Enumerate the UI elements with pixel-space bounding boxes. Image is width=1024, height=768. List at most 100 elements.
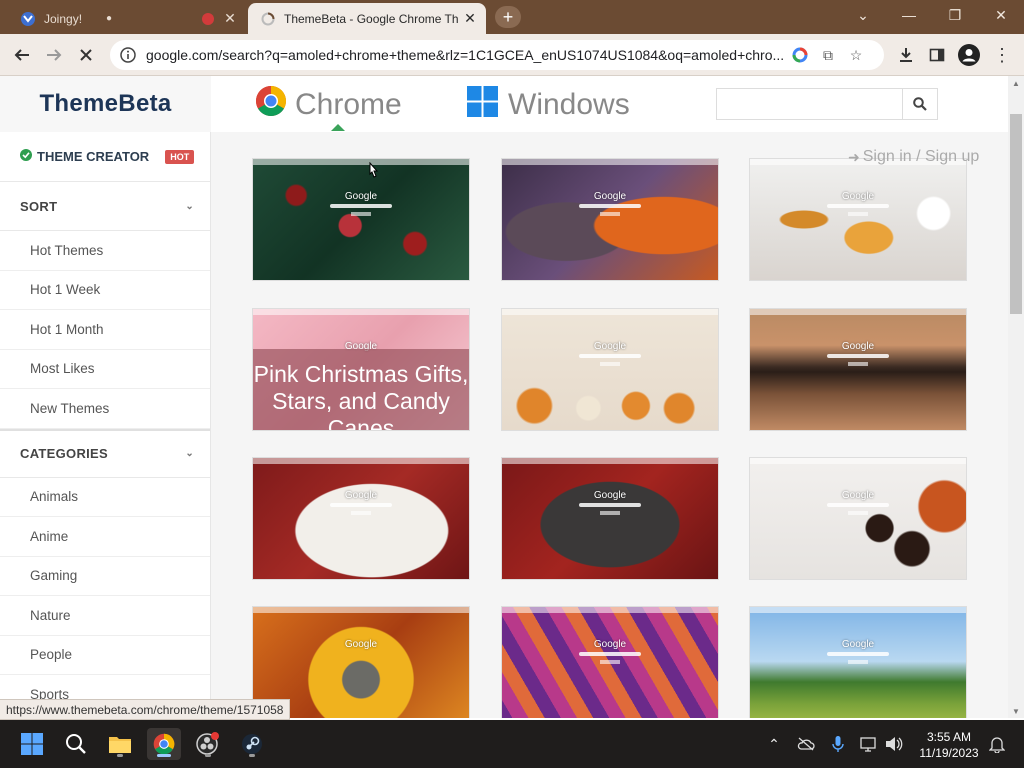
- network-monitor-icon[interactable]: [857, 730, 881, 758]
- hot-badge: HOT: [165, 149, 195, 164]
- close-window-icon[interactable]: ✕: [978, 0, 1024, 30]
- scrollbar-thumb[interactable]: [1010, 114, 1022, 314]
- preview-searchbox: [579, 652, 641, 656]
- recording-icon: [202, 12, 214, 25]
- close-tab-icon[interactable]: ✕: [220, 9, 240, 29]
- sidebar-item-anime[interactable]: Anime: [0, 517, 210, 557]
- minimize-icon[interactable]: —: [886, 0, 932, 30]
- search-button[interactable]: [902, 88, 938, 120]
- tray-overflow-chevron-icon[interactable]: ⌃: [762, 730, 786, 758]
- page-scrollbar[interactable]: ▲ ▼: [1008, 76, 1024, 718]
- theme-card-christmas-pine[interactable]: Google: [252, 158, 470, 281]
- theme-card-purple-hexagons[interactable]: Google: [501, 606, 719, 718]
- preview-tabbar: [502, 607, 718, 613]
- side-panel-icon[interactable]: [923, 41, 951, 69]
- preview-google-label: Google: [841, 191, 875, 202]
- start-button[interactable]: [15, 728, 49, 760]
- browser-toolbar: google.com/search?q=amoled+chrome+theme&…: [0, 34, 1024, 76]
- notification-bell-icon[interactable]: [985, 730, 1009, 758]
- login-icon: ➜: [848, 148, 860, 165]
- stop-loading-icon[interactable]: [72, 41, 100, 69]
- running-indicator: [249, 754, 255, 757]
- steam-taskbar-button[interactable]: [235, 728, 269, 760]
- new-tab-button[interactable]: +: [495, 6, 521, 28]
- preview-searchbox: [827, 652, 889, 656]
- theme-card-coffee-autumn[interactable]: Google: [749, 457, 967, 580]
- sidebar-item-hot-1-month[interactable]: Hot 1 Month: [0, 310, 210, 350]
- sort-header[interactable]: SORT ⌄: [0, 182, 210, 231]
- restore-icon[interactable]: ❐: [932, 0, 978, 30]
- onedrive-offline-icon[interactable]: [794, 730, 818, 758]
- active-nav-caret: [331, 124, 345, 131]
- menu-kebab-icon[interactable]: ⋮: [988, 41, 1016, 69]
- microphone-icon[interactable]: [826, 730, 850, 758]
- profile-avatar-icon[interactable]: [955, 41, 983, 69]
- chrome-taskbar-button[interactable]: [147, 728, 181, 760]
- nav-windows[interactable]: Windows: [467, 84, 630, 126]
- tab-title: ThemeBeta - Google Chrome Th: [284, 11, 459, 26]
- bookmark-star-icon[interactable]: ☆: [842, 41, 870, 69]
- theme-card-mountain-lake[interactable]: Google: [749, 308, 967, 431]
- sidebar-item-gaming[interactable]: Gaming: [0, 557, 210, 596]
- google-lens-icon[interactable]: [786, 41, 814, 69]
- nav-chrome[interactable]: Chrome: [255, 84, 402, 126]
- site-info-icon[interactable]: [116, 43, 140, 67]
- sidebar-item-new-themes[interactable]: New Themes: [0, 389, 210, 429]
- sidebar-item-people[interactable]: People: [0, 636, 210, 675]
- theme-card-red-leaves-white[interactable]: Google: [252, 457, 470, 580]
- categories-header[interactable]: CATEGORIES ⌄: [0, 428, 210, 478]
- theme-card-autumn-pumpkins[interactable]: Google: [501, 308, 719, 431]
- preview-buttons: [848, 660, 868, 664]
- file-explorer-button[interactable]: [103, 728, 137, 760]
- theme-card-anime-wolf-girl[interactable]: Google: [501, 158, 719, 281]
- theme-card-pink-christmas[interactable]: Google Pink Christmas Gifts, Stars, and …: [252, 308, 470, 431]
- preview-tabbar: [253, 458, 469, 464]
- sidebar-item-animals[interactable]: Animals: [0, 478, 210, 517]
- back-icon[interactable]: [8, 41, 36, 69]
- preview-buttons: [600, 362, 620, 366]
- tab-themebeta[interactable]: ThemeBeta - Google Chrome Th ✕: [248, 3, 486, 34]
- site-logo[interactable]: ThemeBeta: [0, 76, 211, 132]
- sidebar-item-hot-themes[interactable]: Hot Themes: [0, 231, 210, 271]
- url-text[interactable]: google.com/search?q=amoled+chrome+theme&…: [146, 47, 786, 63]
- theme-creator-link[interactable]: THEME CREATOR HOT: [0, 132, 210, 182]
- theme-card-pumpkin-pudding[interactable]: Google: [749, 158, 967, 281]
- taskbar-search-button[interactable]: [59, 728, 93, 760]
- close-tab-icon[interactable]: ✕: [460, 9, 480, 29]
- preview-tabbar: [502, 458, 718, 464]
- sidebar-item-most-likes[interactable]: Most Likes: [0, 350, 210, 389]
- share-icon[interactable]: ⧉: [814, 41, 842, 69]
- scroll-down-icon[interactable]: ▼: [1008, 704, 1024, 718]
- clock-time: 3:55 AM: [926, 730, 972, 744]
- preview-buttons: [600, 511, 620, 515]
- preview-buttons: [600, 212, 620, 216]
- theme-card-red-leaves-dark[interactable]: Google: [501, 457, 719, 580]
- volume-icon[interactable]: [882, 730, 906, 758]
- preview-buttons: [848, 362, 868, 366]
- tab-joingy[interactable]: Joingy! ● ✕: [8, 3, 246, 34]
- preview-google-label: Google: [344, 191, 378, 202]
- chevron-down-icon: ⌄: [185, 200, 194, 212]
- download-icon[interactable]: [892, 41, 920, 69]
- forward-icon[interactable]: [40, 41, 68, 69]
- joingy-favicon-icon: [20, 11, 36, 27]
- tab-title: Joingy!: [44, 11, 83, 26]
- preview-searchbox: [330, 503, 392, 507]
- shield-check-icon: [20, 149, 32, 164]
- preview-searchbox: [579, 354, 641, 358]
- taskbar-clock[interactable]: 3:55 AM 11/19/2023: [914, 729, 984, 761]
- scroll-up-icon[interactable]: ▲: [1008, 76, 1024, 90]
- windows-taskbar: ⌃ 3:55 AM 11/19/2023: [0, 720, 1024, 768]
- preview-tabbar: [502, 309, 718, 315]
- obs-taskbar-button[interactable]: [191, 728, 225, 760]
- preview-google-label: Google: [593, 490, 627, 501]
- site-search-input[interactable]: [716, 88, 902, 120]
- sidebar-item-nature[interactable]: Nature: [0, 596, 210, 636]
- signin-link[interactable]: ➜ Sign in / Sign up: [848, 148, 979, 166]
- sidebar-item-hot-1-week[interactable]: Hot 1 Week: [0, 271, 210, 310]
- chrome-logo-icon: [153, 733, 175, 755]
- address-bar[interactable]: google.com/search?q=amoled+chrome+theme&…: [110, 40, 884, 70]
- nav-windows-label: Windows: [508, 88, 630, 121]
- theme-card-green-field[interactable]: Google: [749, 606, 967, 718]
- tab-search-chevron-icon[interactable]: ⌄: [840, 0, 886, 30]
